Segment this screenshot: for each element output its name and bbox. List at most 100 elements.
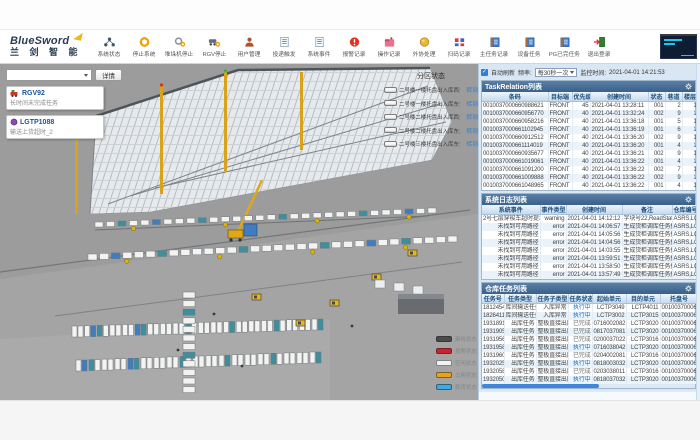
toolbar-logout[interactable]: 退出登录	[582, 36, 617, 58]
table-row[interactable]: 0010037000660912512FRONT402021-04-01 13:…	[482, 134, 698, 142]
refresh-frequency-select[interactable]: 每30秒一次	[535, 68, 578, 77]
zone-goto-link[interactable]: 转到	[466, 99, 478, 108]
table-settings-icon[interactable]	[685, 285, 692, 292]
table-cell: 整板直接出库	[536, 360, 568, 368]
table-row[interactable]: 0010037000661091200FRONT402021-04-01 13:…	[482, 166, 698, 174]
table-row[interactable]: 未找到可用路径error2021-04-01 13:58:50生成货柜调库任务推…	[482, 263, 698, 271]
table-row[interactable]: 1931958出库任务整板直接出库执行中0716038042LCTP302000…	[482, 344, 698, 352]
column-header: 目标端	[548, 92, 572, 102]
toolbar-user-management[interactable]: 用户管理	[232, 36, 267, 58]
toolbar-system-status[interactable]: 系统状态	[92, 36, 127, 58]
legend-row: 占用状态	[436, 371, 478, 378]
table-cell: 0200037022	[592, 336, 626, 344]
toolbar-dispatch-trigger[interactable]: 投递触发	[267, 36, 302, 58]
toolbar-rgv-stop[interactable]: RGV停止	[197, 36, 232, 58]
table-settings-icon[interactable]	[685, 196, 692, 203]
zone-goto-link[interactable]: 转到	[466, 139, 478, 148]
chevron-down-icon	[84, 74, 88, 77]
detail-button[interactable]: 详情	[95, 69, 122, 81]
table-settings-icon[interactable]	[685, 83, 692, 90]
zone-goto-link[interactable]: 转到	[466, 85, 478, 94]
table-cell: 0716038042	[592, 344, 626, 352]
legend-swatch	[436, 372, 452, 378]
table-row[interactable]: 0010037000661019061FRONT402021-04-01 13:…	[482, 158, 698, 166]
column-header: 备注	[622, 205, 672, 215]
table-cell: 2021-04-01 13:36:18	[590, 118, 648, 126]
status-mini-panel[interactable]	[660, 34, 697, 59]
toolbar-system-events[interactable]: 系统事件	[302, 36, 337, 58]
table-cell: 1931958	[482, 344, 504, 352]
table-cell: 0010037000660	[660, 352, 698, 360]
table-cell: 2021-04-01 13:36:20	[590, 142, 648, 150]
table-row[interactable]: 0010037000661114019FRONT402021-04-01 13:…	[482, 142, 698, 150]
table-cell: 整板直接出库	[536, 328, 568, 336]
table-row[interactable]: 1812454库间输送任务入库异常执行中LCTP3049LCTP40110010…	[482, 304, 698, 313]
vertical-scrollbar-track[interactable]	[696, 64, 700, 400]
table-cell: LCTP3015	[626, 312, 660, 320]
alert-card-lgtp[interactable]: LGTP1088 输送上货超时_2	[6, 115, 104, 139]
horizontal-scrollbar[interactable]	[482, 384, 695, 388]
table-row[interactable]: 0010037000661102945FRONT402021-04-01 13:…	[482, 126, 698, 134]
stop-system-icon	[138, 36, 151, 48]
table-row[interactable]: 未找到可用路径error2021-04-01 14:05:56生成货柜调库任务推…	[482, 231, 698, 239]
table-row[interactable]: 0010037000661009888FRONT402021-04-01 13:…	[482, 174, 698, 182]
toolbar-pg-finished-tasks[interactable]: PG已完任务	[547, 36, 582, 58]
table-row[interactable]: 1932025出库任务整板直接出库执行中0818003032LCTP302000…	[482, 360, 698, 368]
toolbar-scan-records[interactable]: 扫码记录	[442, 36, 477, 58]
table-row[interactable]: 未找到可用路径error2021-04-01 14:06:57生成货柜调库任务推…	[482, 223, 698, 231]
table-cell: error	[540, 263, 566, 271]
table-row[interactable]: 0010037000660988621FRONT452021-04-01 13:…	[482, 102, 698, 111]
table-cell: 0203038011	[592, 368, 626, 376]
table-cell: 40	[572, 126, 590, 134]
table-row[interactable]: 0010037000660958216FRONT402021-04-01 13:…	[482, 118, 698, 126]
table-row[interactable]: 1931905出库任务整板直接出库已完成0817037081LCTP302000…	[482, 328, 698, 336]
zone-toggle[interactable]	[384, 87, 397, 93]
table-row[interactable]: 未找到可用路径error2021-04-01 13:59:51生成货柜调库任务推…	[482, 255, 698, 263]
table-row[interactable]: 未找到可用路径error2021-04-01 14:04:56生成货柜调库任务推…	[482, 239, 698, 247]
table-cell: 已完成	[568, 328, 592, 336]
table-row[interactable]: 1931960出库任务整板直接出库已完成0204002081LCTP301600…	[482, 352, 698, 360]
table-row[interactable]: 1931956出库任务整板直接出库已完成0200037022LCTP301600…	[482, 336, 698, 344]
legend-row: 离线状态	[436, 335, 478, 342]
zone-toggle[interactable]	[384, 114, 397, 120]
table-title: 仓库任务列表	[485, 284, 527, 294]
device-select-dropdown[interactable]	[6, 69, 92, 81]
table-cell: 出库任务	[504, 352, 536, 360]
table-cell: 出库任务	[504, 376, 536, 384]
table-cell: 2021-04-01 14:12:12	[566, 215, 622, 224]
table-cell: 1812454	[482, 304, 504, 313]
zone-goto-link[interactable]: 转到	[466, 112, 478, 121]
zone-toggle[interactable]	[384, 127, 397, 133]
task-relation-table: TaskRelation列表 条码目标端优先级创建时间状态巷道楼层0010037…	[481, 80, 696, 191]
toolbar-alarm-records[interactable]: 报警记录	[337, 36, 372, 58]
table-row[interactable]: 0010037000660935677FRONT402021-04-01 13:…	[482, 150, 698, 158]
table-row[interactable]: 1932058出库任务整板直接出库已完成0203038011LCTP301600…	[482, 368, 698, 376]
table-cell: LCTP3020	[626, 328, 660, 336]
main-toolbar: BlueSword 兰 剑 智 能 系统状态 停止系统 堆垛机停止 RGV停止 …	[0, 30, 700, 64]
zone-toggle[interactable]	[384, 100, 397, 106]
toolbar-device-tasks[interactable]: 设备任务	[512, 36, 547, 58]
table-row[interactable]: 0010037000661048965FRONT402021-04-01 13:…	[482, 182, 698, 190]
table-row[interactable]: 1932050出库任务整板直接出库执行中0818037032LCTP302000…	[482, 376, 698, 384]
table-row[interactable]: 1826411库间输送任务入库异常执行中LCTP3002LCTP30150010…	[482, 312, 698, 320]
zone-toggle[interactable]	[384, 141, 397, 147]
scrollbar-thumb[interactable]	[482, 384, 599, 388]
table-row[interactable]: 未找到可用路径error2021-04-01 13:57:49生成货柜调库任务推…	[482, 271, 698, 279]
toolbar-operation-records[interactable]: 操作记录	[372, 36, 407, 58]
toolbar-stacker-stop[interactable]: 堆垛机停止	[162, 36, 197, 58]
table-cell: ASRS,LG2	[672, 223, 698, 231]
toolbar-external-handling[interactable]: 外协处理	[407, 36, 442, 58]
column-header: 创建时间	[590, 92, 648, 102]
alert-card-rgv[interactable]: RGV92 长时间未完成任务	[6, 86, 104, 110]
table-row[interactable]: 1931891出库任务整板直接出库已完成0716002082LCTP302000…	[482, 320, 698, 328]
zone-row: 二号楼二楼托盘出入库东分区 转到	[384, 124, 478, 138]
toolbar-stop-system[interactable]: 停止系统	[127, 36, 162, 58]
toolbar-main-task-records[interactable]: 主任务记录	[477, 36, 512, 58]
table-row[interactable]: 2号七层穿梭车超时提示:等待超时warning2021-04-01 14:12:…	[482, 215, 698, 224]
zone-goto-link[interactable]: 转到	[466, 126, 478, 135]
table-row[interactable]: 未找到可用路径error2021-04-01 14:03:55生成货柜调库任务推…	[482, 247, 698, 255]
table-cell: 6	[665, 126, 682, 134]
warehouse-3d-viewport[interactable]: 详情 RGV92 长时间未完成任务 LGTP1088 输送上货超时_2	[0, 64, 478, 400]
auto-refresh-checkbox[interactable]: ✓	[481, 69, 488, 76]
table-row[interactable]: 0010037000660956770FRONT402021-04-01 13:…	[482, 110, 698, 118]
